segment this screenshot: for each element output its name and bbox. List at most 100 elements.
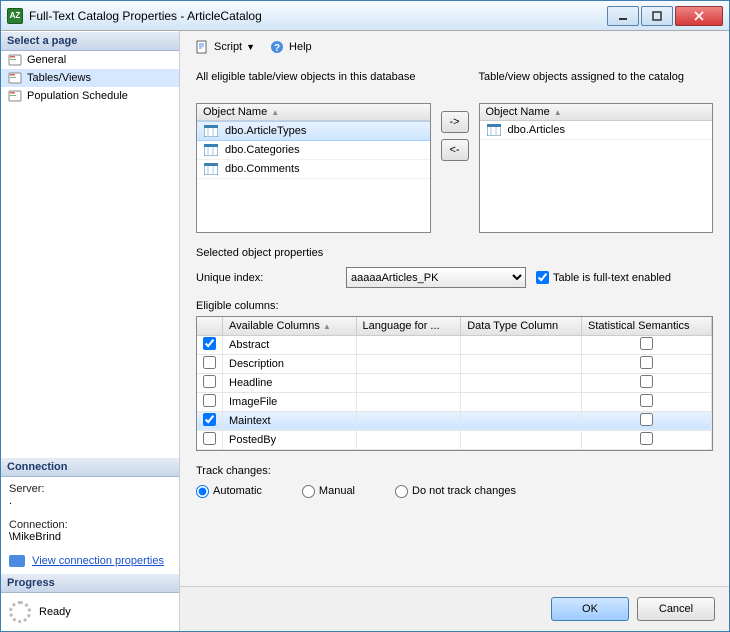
track-manual-radio[interactable] [302,485,315,498]
track-none-label: Do not track changes [412,485,516,497]
column-stats-checkbox[interactable] [640,432,653,445]
cancel-button[interactable]: Cancel [637,597,715,621]
column-datatype [461,430,582,449]
sort-asc-icon: ▲ [554,108,562,117]
move-left-button[interactable]: <- [441,139,469,161]
column-checkbox[interactable] [203,375,216,388]
connection-label: Connection: [9,519,171,531]
column-checkbox[interactable] [203,394,216,407]
fulltext-enabled-checkbox[interactable] [536,271,549,284]
move-right-button[interactable]: -> [441,111,469,133]
unique-index-label: Unique index: [196,272,336,284]
connection-section: Connection Server: . Connection: \MikeBr… [1,457,179,573]
page-item-population-schedule[interactable]: Population Schedule [1,87,179,105]
close-button[interactable] [675,6,723,26]
table-row[interactable]: Headline [197,373,712,392]
table-icon [203,162,219,176]
progress-header: Progress [1,573,179,593]
script-button[interactable]: Script ▼ [190,37,259,57]
connection-icon [9,555,25,567]
page-item-tables-views[interactable]: Tables/Views [1,69,179,87]
column-name: Abstract [223,335,357,354]
assigned-objects-list[interactable]: Object Name ▲ dbo.Articles [479,103,714,233]
chevron-down-icon: ▼ [246,42,255,52]
server-value: . [9,495,171,507]
column-checkbox[interactable] [203,432,216,445]
grid-header-language[interactable]: Language for ... [356,317,461,335]
app-icon: AZ [7,8,23,24]
maximize-button[interactable] [641,6,673,26]
track-none-radio[interactable] [395,485,408,498]
column-stats-checkbox[interactable] [640,356,653,369]
column-language [356,373,461,392]
table-row[interactable]: Description [197,354,712,373]
track-changes-label: Track changes: [196,465,713,477]
list-item-label: dbo.Comments [225,163,300,175]
column-stats-checkbox[interactable] [640,375,653,388]
table-row[interactable]: Maintext [197,411,712,430]
table-row[interactable]: Abstract [197,335,712,354]
column-checkbox[interactable] [203,413,216,426]
column-datatype [461,392,582,411]
track-automatic-label: Automatic [213,485,262,497]
column-name: Maintext [223,411,357,430]
script-label: Script [214,41,242,53]
ok-button[interactable]: OK [551,597,629,621]
page-icon [7,53,23,67]
sort-asc-icon: ▲ [271,108,279,117]
grid-header-stats[interactable]: Statistical Semantics [582,317,712,335]
progress-section: Progress Ready [1,573,179,631]
select-page-header: Select a page [1,31,179,51]
toolbar: Script ▼ ? Help [180,31,729,63]
list-item[interactable]: dbo.ArticleTypes [197,121,430,141]
view-connection-properties-link[interactable]: View connection properties [32,555,164,567]
column-checkbox[interactable] [203,337,216,350]
track-manual-label: Manual [319,485,355,497]
track-automatic-radio[interactable] [196,485,209,498]
server-label: Server: [9,483,171,495]
minimize-button[interactable] [607,6,639,26]
svg-text:?: ? [274,43,280,54]
column-stats-checkbox[interactable] [640,413,653,426]
page-icon [7,71,23,85]
title-bar: AZ Full-Text Catalog Properties - Articl… [1,1,729,31]
grid-header-datatype[interactable]: Data Type Column [461,317,582,335]
column-checkbox[interactable] [203,356,216,369]
column-stats-checkbox[interactable] [640,337,653,350]
column-name: PostedBy [223,430,357,449]
page-icon [7,89,23,103]
table-row[interactable]: ImageFile [197,392,712,411]
list-item[interactable]: dbo.Articles [480,121,713,140]
assigned-objects-header[interactable]: Object Name ▲ [480,104,713,121]
grid-header-available[interactable]: Available Columns ▲ [223,317,357,335]
column-language [356,354,461,373]
sort-asc-icon: ▲ [323,322,331,331]
table-icon [486,123,502,137]
column-name: Description [223,354,357,373]
column-datatype [461,354,582,373]
list-item[interactable]: dbo.Categories [197,141,430,160]
page-item-general[interactable]: General [1,51,179,69]
column-language [356,411,461,430]
eligible-objects-list[interactable]: Object Name ▲ dbo.ArticleTypes dbo.Categ… [196,103,431,233]
progress-spinner-icon [9,601,31,623]
table-icon [203,143,219,157]
help-icon: ? [269,39,285,55]
column-language [356,430,461,449]
list-item[interactable]: dbo.Comments [197,160,430,179]
column-stats-checkbox[interactable] [640,394,653,407]
unique-index-select[interactable]: aaaaaArticles_PK [346,267,526,288]
page-list: General Tables/Views Population Schedule [1,51,179,457]
eligible-columns-grid[interactable]: Available Columns ▲ Language for ... Dat… [196,316,713,451]
object-name-header: Object Name [203,106,267,118]
assigned-objects-label: Table/view objects assigned to the catal… [479,71,714,99]
page-item-label: General [27,54,66,66]
column-datatype [461,411,582,430]
eligible-objects-header[interactable]: Object Name ▲ [197,104,430,121]
help-label: Help [289,41,312,53]
help-button[interactable]: ? Help [265,37,316,57]
eligible-objects-label: All eligible table/view objects in this … [196,71,431,99]
page-item-label: Population Schedule [27,90,128,102]
table-row[interactable]: PostedBy [197,430,712,449]
script-icon [194,39,210,55]
